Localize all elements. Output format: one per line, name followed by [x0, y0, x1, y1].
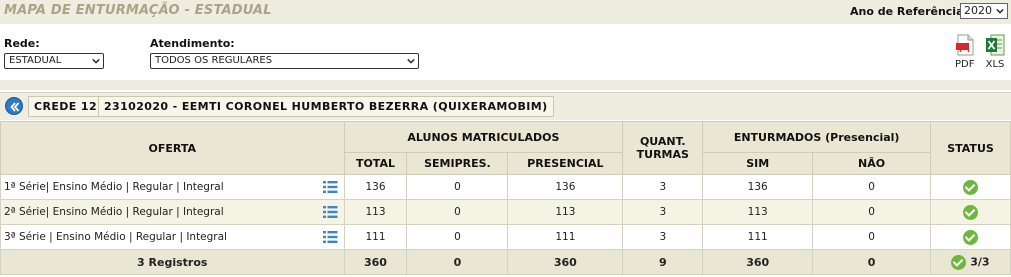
footer-total: 360 — [343, 249, 408, 275]
header-oferta: OFERTA — [0, 121, 345, 175]
cell-semipres: 0 — [406, 224, 509, 250]
chevron-down-icon — [407, 58, 415, 64]
chevron-down-icon — [92, 58, 100, 64]
cell-sim: 111 — [702, 224, 814, 250]
export-pdf-label: PDF — [955, 59, 975, 70]
atendimento-select[interactable]: TODOS OS REGULARES — [150, 53, 419, 69]
header-status: STATUS — [930, 121, 1011, 175]
filters-panel: Rede: ESTADUAL Atendimento: TODOS OS REG… — [0, 24, 1011, 80]
cell-sim: 136 — [702, 174, 814, 200]
cell-semipres: 0 — [406, 174, 509, 200]
header-quant-turmas-line2: TURMAS — [636, 148, 689, 161]
header-quant-turmas: QUANT. TURMAS — [622, 121, 704, 175]
chevron-down-icon — [996, 8, 1004, 14]
ano-referencia-label: Ano de Referência: — [850, 5, 968, 18]
footer-status-count: 3/3 — [970, 255, 990, 268]
export-pdf-button[interactable]: PDF — [955, 34, 974, 70]
footer-presencial: 360 — [507, 249, 624, 275]
atendimento-label: Atendimento: — [150, 37, 235, 50]
cell-status — [930, 224, 1011, 250]
cell-nao: 0 — [812, 199, 932, 225]
header-sim: SIM — [702, 152, 814, 175]
table-row: 1ª Série| Ensino Médio | Regular | Integ… — [0, 174, 1011, 200]
cell-semipres: 0 — [406, 199, 509, 225]
export-xls-button[interactable]: XLS — [985, 34, 1005, 70]
ano-referencia-select[interactable]: 2020 — [960, 3, 1008, 19]
header-quant-turmas-line1: QUANT. — [639, 135, 686, 148]
footer-status: 3/3 — [930, 249, 1011, 275]
header-alunos-matriculados: ALUNOS MATRICULADOS — [343, 121, 624, 153]
footer-semipres: 0 — [406, 249, 509, 275]
cell-oferta: 2ª Série| Ensino Médio | Regular | Integ… — [0, 199, 345, 225]
enturmacao-table: OFERTA ALUNOS MATRICULADOS QUANT. TURMAS… — [0, 121, 1011, 275]
page-title: MAPA DE ENTURMAÇÃO - ESTADUAL — [4, 3, 272, 18]
cell-presencial: 136 — [507, 174, 624, 200]
ano-referencia-value: 2020 — [964, 4, 992, 17]
oferta-text: 3ª Série | Ensino Médio | Regular | Inte… — [4, 231, 227, 243]
header-semipres: SEMIPRES. — [406, 152, 509, 175]
oferta-text: 1ª Série| Ensino Médio | Regular | Integ… — [4, 181, 224, 193]
cell-turmas: 3 — [622, 199, 704, 225]
header-total: TOTAL — [343, 152, 408, 175]
breadcrumb-escola: 23102020 - EEMTI CORONEL HUMBERTO BEZERR… — [98, 96, 554, 117]
cell-presencial: 111 — [507, 224, 624, 250]
rede-select-value: ESTADUAL — [9, 55, 62, 66]
cell-total: 113 — [343, 199, 408, 225]
check-circle-icon — [951, 254, 967, 270]
cell-presencial: 113 — [507, 199, 624, 225]
rede-label: Rede: — [4, 37, 40, 50]
cell-status — [930, 174, 1011, 200]
double-chevron-left-icon — [10, 102, 20, 112]
footer-sim: 360 — [702, 249, 814, 275]
table-footer-row: 3 Registros 360 0 360 9 360 0 3/3 — [0, 249, 1011, 275]
cell-oferta: 1ª Série| Ensino Médio | Regular | Integ… — [0, 174, 345, 200]
cell-turmas: 3 — [622, 174, 704, 200]
rede-select[interactable]: ESTADUAL — [4, 53, 104, 69]
footer-turmas: 9 — [622, 249, 704, 275]
export-xls-label: XLS — [985, 59, 1005, 70]
cell-sim: 113 — [702, 199, 814, 225]
cell-total: 111 — [343, 224, 408, 250]
breadcrumb-crede[interactable]: CREDE 12 — [28, 96, 104, 117]
list-icon[interactable] — [322, 180, 338, 194]
check-circle-icon — [963, 229, 978, 245]
header-enturmados: ENTURMADOS (Presencial) — [702, 121, 932, 153]
table-row: 2ª Série| Ensino Médio | Regular | Integ… — [0, 199, 1011, 225]
list-icon[interactable] — [322, 230, 338, 244]
check-circle-icon — [963, 179, 978, 195]
cell-nao: 0 — [812, 224, 932, 250]
list-icon[interactable] — [322, 205, 338, 219]
back-button[interactable] — [5, 97, 23, 115]
header-nao: NÃO — [812, 152, 932, 175]
footer-nao: 0 — [812, 249, 932, 275]
breadcrumb: CREDE 12 23102020 - EEMTI CORONEL HUMBER… — [0, 92, 1011, 120]
pdf-file-icon — [955, 34, 974, 56]
cell-nao: 0 — [812, 174, 932, 200]
footer-registros: 3 Registros — [0, 249, 345, 275]
section-divider — [0, 80, 1011, 90]
oferta-text: 2ª Série| Ensino Médio | Regular | Integ… — [4, 206, 224, 218]
cell-oferta: 3ª Série | Ensino Médio | Regular | Inte… — [0, 224, 345, 250]
excel-file-icon — [986, 34, 1005, 56]
header-presencial: PRESENCIAL — [507, 152, 624, 175]
atendimento-select-value: TODOS OS REGULARES — [155, 55, 273, 66]
title-bar: MAPA DE ENTURMAÇÃO - ESTADUAL Ano de Ref… — [0, 0, 1011, 24]
table-row: 3ª Série | Ensino Médio | Regular | Inte… — [0, 224, 1011, 250]
check-circle-icon — [963, 204, 978, 220]
cell-status — [930, 199, 1011, 225]
cell-total: 136 — [343, 174, 408, 200]
cell-turmas: 3 — [622, 224, 704, 250]
